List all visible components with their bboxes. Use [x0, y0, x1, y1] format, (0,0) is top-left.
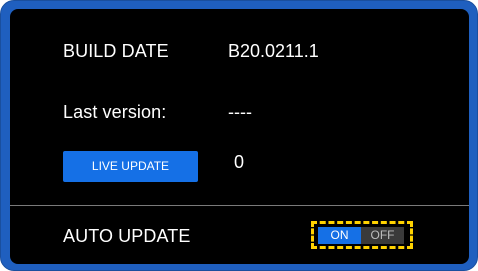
live-update-button[interactable]: LIVE UPDATE [63, 151, 198, 182]
update-settings-panel: BUILD DATE B20.0211.1 Last version: ----… [10, 9, 469, 264]
toggle-on-option[interactable]: ON [318, 227, 361, 244]
live-update-count: 0 [234, 152, 245, 172]
last-version-value: ---- [228, 102, 252, 122]
section-divider [10, 205, 469, 206]
build-date-label: BUILD DATE [63, 41, 169, 61]
toggle-off-option[interactable]: OFF [361, 227, 404, 244]
build-date-value: B20.0211.1 [228, 41, 319, 61]
last-version-label: Last version: [63, 102, 167, 122]
device-frame: BUILD DATE B20.0211.1 Last version: ----… [0, 0, 478, 271]
auto-update-toggle[interactable]: ON OFF [318, 227, 404, 244]
auto-update-label: AUTO UPDATE [63, 226, 191, 246]
